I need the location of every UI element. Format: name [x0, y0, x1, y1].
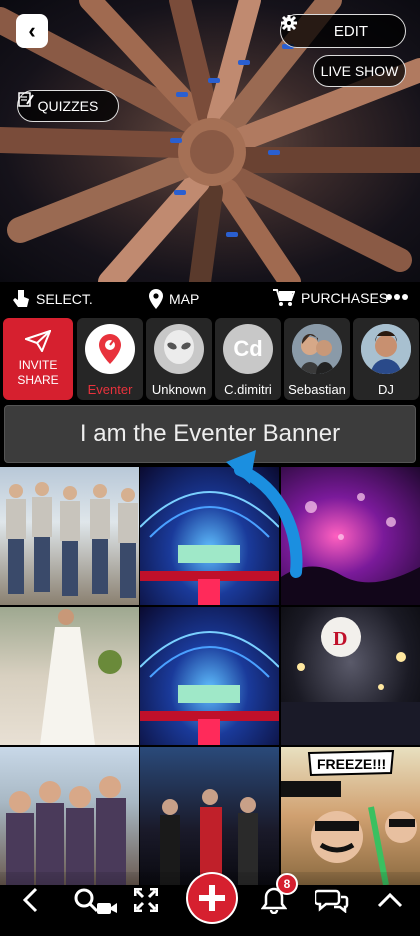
chevron-up-icon: [377, 892, 403, 908]
dancing-photo: [160, 789, 258, 885]
story-cdimitri[interactable]: Cd C.dimitri: [215, 318, 281, 400]
eventer-logo: [85, 324, 135, 374]
edit-label: EDIT: [333, 22, 369, 40]
chevron-left-icon: ‹: [28, 18, 36, 43]
freeze-party-photo: FREEZE!!!: [281, 749, 417, 885]
add-button[interactable]: [186, 872, 238, 924]
invite-share-button[interactable]: INVITE SHARE: [3, 318, 73, 400]
purchases-label: PURCHASES: [301, 290, 389, 306]
svg-text:FREEZE!!!: FREEZE!!!: [317, 756, 386, 772]
back-nav-button[interactable]: [10, 878, 50, 922]
select-button[interactable]: SELECT.: [12, 289, 93, 309]
live-show-button[interactable]: LIVE SHOW: [313, 55, 406, 87]
photo-tile[interactable]: FREEZE!!!: [281, 747, 420, 885]
shopping-cart-icon: [273, 289, 295, 306]
photo-tile[interactable]: D: [281, 607, 420, 745]
alien-icon: [164, 330, 194, 364]
story-label: C.dimitri: [224, 382, 272, 397]
eventer-pin-icon: [91, 330, 129, 368]
avatar: [292, 324, 342, 374]
quizzes-label: QUIZZES: [37, 98, 99, 114]
avatar: [361, 324, 411, 374]
map-button[interactable]: MAP: [149, 289, 199, 309]
photo-tile[interactable]: [0, 607, 139, 745]
photo-grid: D FREEZE!!!: [0, 450, 420, 936]
chat-bubbles-icon: [315, 889, 349, 913]
story-eventer[interactable]: Eventer: [77, 318, 143, 400]
notification-badge: 8: [276, 873, 298, 895]
story-label: Unknown: [151, 382, 207, 397]
gear-icon: [281, 15, 297, 31]
purchases-button[interactable]: PURCHASES: [273, 289, 388, 307]
quizzes-button[interactable]: QUIZZES: [17, 90, 119, 122]
event-cover-image: ‹ EDIT LIVE SHOW QUIZZES: [0, 0, 420, 282]
alien-avatar: [154, 324, 204, 374]
bride-photo: [40, 609, 122, 745]
fullscreen-button[interactable]: [126, 878, 166, 922]
map-pin-icon: [149, 289, 163, 309]
plus-icon: [188, 874, 236, 922]
club-photo: D: [281, 617, 420, 745]
story-label: Sebastian: [288, 382, 346, 397]
chat-button[interactable]: [312, 878, 352, 922]
map-label: MAP: [169, 291, 200, 307]
story-sebastian[interactable]: Sebastian: [284, 318, 350, 400]
video-button[interactable]: [92, 886, 122, 930]
event-toolbar: SELECT. MAP PURCHASES: [0, 282, 420, 316]
svg-text:D: D: [333, 628, 347, 650]
more-dots-icon: [386, 294, 408, 300]
party-friends-photo: [6, 776, 126, 885]
chevron-left-icon: [22, 887, 38, 913]
share-label: SHARE: [17, 373, 59, 387]
couple-photo: [292, 324, 342, 374]
photo-tile[interactable]: [0, 747, 139, 885]
edit-button[interactable]: EDIT: [280, 14, 406, 48]
initials-avatar: Cd: [223, 324, 273, 374]
photo-tile[interactable]: [140, 607, 279, 745]
hand-pointer-icon: [13, 290, 29, 307]
dj-photo: [361, 324, 411, 374]
expand-icon: [134, 888, 158, 912]
video-camera-icon: [97, 903, 117, 914]
stories-row: INVITE SHARE Eventer Unknown Cd C.dimitr…: [0, 316, 420, 402]
edit-note-icon: [18, 92, 34, 107]
more-button[interactable]: [386, 294, 408, 300]
invite-label: INVITE: [18, 358, 58, 372]
arrow-annotation: [226, 450, 303, 578]
story-dj[interactable]: DJ: [353, 318, 419, 400]
back-button[interactable]: ‹: [16, 14, 48, 48]
scroll-top-button[interactable]: [370, 878, 410, 922]
send-plane-icon: [25, 330, 51, 352]
select-label: SELECT.: [36, 291, 93, 307]
story-unknown[interactable]: Unknown: [146, 318, 212, 400]
story-label: DJ: [378, 382, 394, 397]
photo-tile[interactable]: [140, 747, 279, 885]
story-label: Eventer: [87, 382, 133, 397]
venue-photo: [140, 631, 279, 745]
